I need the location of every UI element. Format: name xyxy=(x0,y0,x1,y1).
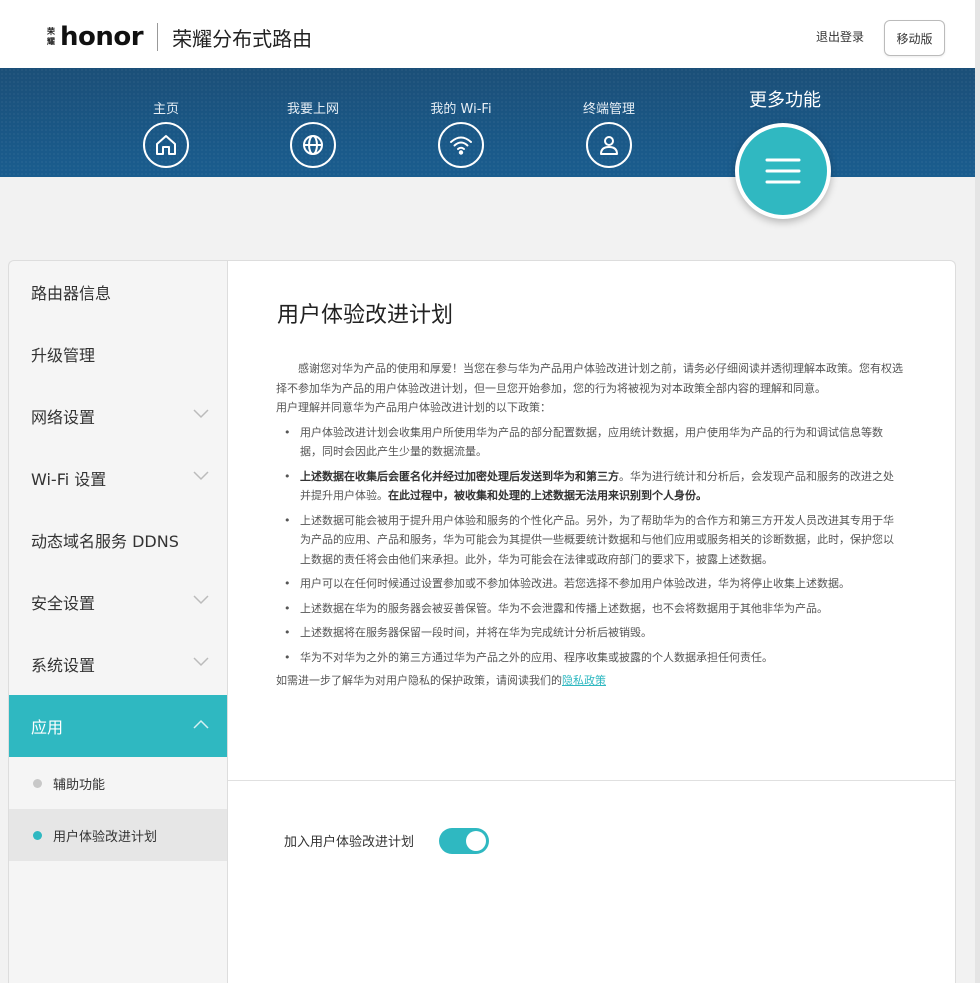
nav-more-label: 更多功能 xyxy=(749,90,821,111)
nav-label: 终端管理 xyxy=(582,102,635,117)
main-panel: 用户体验改进计划 感谢您对华为产品的使用和厚爱！当您在参与华为产品用户体验改进计… xyxy=(227,260,956,983)
policy-footer-text: 如需进一步了解华为对用户隐私的保护政策，请阅读我们的 xyxy=(276,674,562,687)
policy-item: 华为不对华为之外的第三方通过华为产品之外的应用、程序收集或披露的个人数据承担任何… xyxy=(276,648,904,668)
sidebar-item-label: 路由器信息 xyxy=(31,284,112,303)
sidebar-item-system[interactable]: 系统设置 xyxy=(9,633,227,695)
sidebar-item-ddns[interactable]: 动态域名服务 DDNS xyxy=(9,509,227,571)
policy-item: 上述数据在收集后会匿名化并经过加密处理后发送到华为和第三方。华为进行统计和分析后… xyxy=(276,467,904,506)
policy-item: 用户体验改进计划会收集用户所使用华为产品的部分配置数据，应用统计数据，用户使用华… xyxy=(276,423,904,462)
toggle-knob xyxy=(466,831,486,851)
menu-icon[interactable] xyxy=(735,123,831,219)
user-icon xyxy=(586,122,632,168)
top-header: 荣 耀 honor 荣耀分布式路由 退出登录 移动版 xyxy=(0,0,975,68)
ux-plan-toggle-label: 加入用户体验改进计划 xyxy=(284,835,415,850)
logo-char-top: 荣 xyxy=(47,27,55,36)
bullet-dot xyxy=(33,831,42,840)
sidebar-subitem-accessibility[interactable]: 辅助功能 xyxy=(9,757,227,809)
sidebar-item-security[interactable]: 安全设置 xyxy=(9,571,227,633)
sidebar-item-router-info[interactable]: 路由器信息 xyxy=(9,261,227,323)
chevron-down-icon xyxy=(193,471,209,481)
policy-item: 上述数据将在服务器保留一段时间，并将在华为完成统计分析后被销毁。 xyxy=(276,623,904,643)
policy-item: 用户可以在任何时候通过设置参加或不参加体验改进。若您选择不参加用户体验改进，华为… xyxy=(276,574,904,594)
ux-plan-toggle[interactable] xyxy=(439,828,489,854)
nav-item-devices[interactable]: 终端管理 xyxy=(564,98,654,168)
policy-bold: 在此过程中，被收集和处理的上述数据无法用来识别到个人身份。 xyxy=(388,489,707,502)
chevron-down-icon xyxy=(193,657,209,667)
sidebar-subitem-label: 用户体验改进计划 xyxy=(53,829,158,845)
sidebar-item-label: 升级管理 xyxy=(31,346,96,365)
sidebar-item-label: 安全设置 xyxy=(31,594,96,613)
policy-text: 感谢您对华为产品的使用和厚爱！当您在参与华为产品用户体验改进计划之前，请务必仔细… xyxy=(276,359,904,691)
sidebar-item-label: Wi-Fi 设置 xyxy=(31,470,107,489)
page-title: 用户体验改进计划 xyxy=(277,303,454,328)
globe-icon xyxy=(290,122,336,168)
chevron-down-icon xyxy=(193,595,209,605)
sidebar-subitem-ux-plan[interactable]: 用户体验改进计划 xyxy=(9,809,227,861)
nav-label: 我的 Wi-Fi xyxy=(430,102,492,117)
sidebar-item-label: 系统设置 xyxy=(31,656,96,675)
chevron-down-icon xyxy=(193,409,209,419)
bullet-dot xyxy=(33,779,42,788)
policy-bold: 上述数据在收集后会匿名化并经过加密处理后发送到华为和第三方 xyxy=(300,469,619,483)
sidebar-item-network[interactable]: 网络设置 xyxy=(9,385,227,447)
nav-item-internet[interactable]: 我要上网 xyxy=(268,98,358,168)
sidebar-item-apps[interactable]: 应用 xyxy=(9,695,227,757)
nav-item-wifi[interactable]: 我的 Wi-Fi xyxy=(416,98,506,168)
sidebar-item-upgrade[interactable]: 升级管理 xyxy=(9,323,227,385)
app-title: 荣耀分布式路由 xyxy=(172,26,313,51)
sidebar-item-label: 网络设置 xyxy=(31,408,96,427)
logout-link[interactable]: 退出登录 xyxy=(816,28,864,45)
home-icon xyxy=(143,122,189,168)
logo-mark: 荣 耀 xyxy=(44,25,58,49)
sidebar: 路由器信息 升级管理 网络设置 Wi-Fi 设置 动态域名服务 DDNS 安全设… xyxy=(8,260,227,983)
policy-lead: 用户理解并同意华为产品用户体验改进计划的以下政策： xyxy=(276,401,551,414)
sidebar-item-wifi[interactable]: Wi-Fi 设置 xyxy=(9,447,227,509)
scrollbar-track[interactable] xyxy=(975,0,980,983)
honor-logo: 荣 耀 honor 荣耀分布式路由 xyxy=(44,22,312,52)
policy-footer: 如需进一步了解华为对用户隐私的保护政策，请阅读我们的隐私政策 xyxy=(276,671,904,691)
mobile-version-button[interactable]: 移动版 xyxy=(884,20,945,56)
main-nav: 主页 我要上网 我的 Wi-Fi 终端管理 更多功能 xyxy=(0,68,975,219)
logo-char-bottom: 耀 xyxy=(47,37,55,46)
logo-divider xyxy=(157,23,159,51)
wifi-icon xyxy=(438,122,484,168)
nav-label: 我要上网 xyxy=(286,102,339,117)
chevron-up-icon xyxy=(193,719,209,729)
nav-item-home[interactable]: 主页 xyxy=(121,98,211,168)
sidebar-item-label: 应用 xyxy=(31,718,64,737)
section-divider xyxy=(228,780,955,781)
policy-item: 上述数据在华为的服务器会被妥善保管。华为不会泄露和传播上述数据，也不会将数据用于… xyxy=(276,599,904,619)
nav-label: 主页 xyxy=(152,102,179,117)
policy-item: 上述数据可能会被用于提升用户体验和服务的个性化产品。另外，为了帮助华为的合作方和… xyxy=(276,511,904,570)
policy-intro: 感谢您对华为产品的使用和厚爱！当您在参与华为产品用户体验改进计划之前，请务必仔细… xyxy=(276,362,903,395)
privacy-policy-link[interactable]: 隐私政策 xyxy=(562,674,606,687)
sidebar-item-label: 动态域名服务 DDNS xyxy=(31,532,179,551)
logo-wordmark: honor xyxy=(60,22,144,52)
policy-list: 用户体验改进计划会收集用户所使用华为产品的部分配置数据，应用统计数据，用户使用华… xyxy=(276,423,904,668)
sidebar-subitem-label: 辅助功能 xyxy=(53,777,106,793)
